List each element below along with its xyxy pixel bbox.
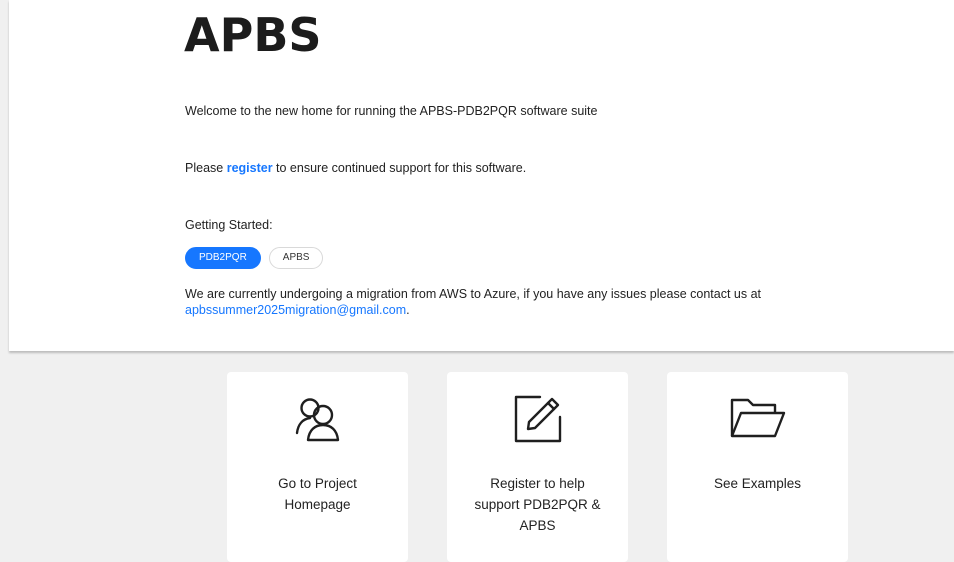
project-homepage-card[interactable]: Go to Project Homepage bbox=[227, 372, 408, 562]
register-support-card[interactable]: Register to help support PDB2PQR & APBS bbox=[447, 372, 628, 562]
register-suffix: to ensure continued support for this sof… bbox=[272, 161, 527, 175]
card-label: See Examples bbox=[713, 476, 802, 491]
migration-text: We are currently undergoing a migration … bbox=[185, 287, 761, 301]
users-icon bbox=[227, 390, 408, 446]
tab-pdb2pqr[interactable]: PDB2PQR bbox=[185, 247, 261, 269]
contact-email-link[interactable]: apbssummer2025migration@gmail.com bbox=[185, 303, 406, 317]
migration-notice: We are currently undergoing a migration … bbox=[185, 286, 885, 318]
edit-icon bbox=[447, 390, 628, 446]
card-label: Register to help support PDB2PQR & APBS bbox=[474, 476, 601, 533]
migration-suffix: . bbox=[406, 303, 410, 317]
page-title: APBS bbox=[184, 8, 322, 62]
register-line: Please register to ensure continued supp… bbox=[185, 160, 526, 176]
register-link[interactable]: register bbox=[227, 161, 273, 175]
see-examples-card[interactable]: See Examples bbox=[667, 372, 848, 562]
getting-started-label: Getting Started: bbox=[185, 218, 273, 232]
getting-started-tabs: PDB2PQR APBS bbox=[185, 247, 324, 269]
welcome-text: Welcome to the new home for running the … bbox=[185, 104, 598, 118]
card-label: Go to Project Homepage bbox=[278, 476, 357, 512]
tab-apbs[interactable]: APBS bbox=[268, 247, 324, 269]
folder-open-icon bbox=[667, 390, 848, 446]
register-prefix: Please bbox=[185, 161, 227, 175]
